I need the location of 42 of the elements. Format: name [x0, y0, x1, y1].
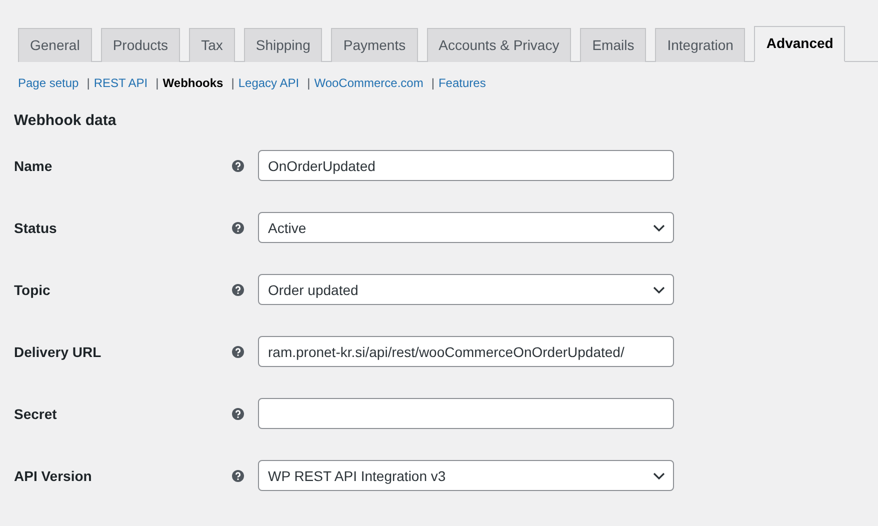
- field-label: Status: [14, 220, 58, 236]
- tab[interactable]: General: [18, 28, 92, 62]
- select-field[interactable]: WP REST API Integration v3: [258, 460, 674, 491]
- select-field[interactable]: Active: [258, 212, 674, 243]
- input-field[interactable]: OnOrderUpdated: [258, 150, 674, 181]
- subnav-link[interactable]: Features: [438, 76, 486, 90]
- help-icon[interactable]: [232, 222, 244, 234]
- tab[interactable]: Payments: [331, 28, 418, 62]
- subnav-link[interactable]: Legacy API: [238, 76, 300, 90]
- chevron-down-icon: [653, 472, 665, 480]
- subnav-link[interactable]: Webhooks: [162, 76, 224, 90]
- field-label: API Version: [14, 468, 93, 484]
- field-label: Secret: [14, 406, 58, 422]
- tab[interactable]: Shipping: [244, 28, 322, 62]
- separator: |: [231, 76, 234, 90]
- separator: |: [431, 76, 434, 90]
- tab[interactable]: Advanced: [754, 26, 846, 62]
- field-label: Topic: [14, 282, 52, 298]
- field-label: Delivery URL: [14, 344, 102, 360]
- separator: |: [307, 76, 310, 90]
- subnav-link[interactable]: REST API: [94, 76, 148, 90]
- separator: |: [156, 76, 159, 90]
- separator: |: [86, 76, 90, 90]
- tab[interactable]: Accounts & Privacy: [426, 28, 572, 62]
- help-icon[interactable]: [232, 284, 244, 296]
- tab[interactable]: Products: [100, 28, 180, 62]
- tab[interactable]: Tax: [189, 28, 235, 62]
- subnav-link[interactable]: WooCommerce.com: [314, 76, 424, 90]
- tab[interactable]: Integration: [655, 28, 746, 62]
- input-field[interactable]: ram.pronet-kr.si/api/rest/wooCommerceOnOrderUpdated/: [258, 336, 674, 367]
- input-field[interactable]: [258, 398, 674, 429]
- help-icon[interactable]: [232, 470, 244, 482]
- chevron-down-icon: [653, 224, 665, 232]
- select-field[interactable]: Order updated: [258, 274, 674, 305]
- section-title: Webhook data: [14, 112, 118, 129]
- subnav-link[interactable]: Page setup: [18, 76, 79, 90]
- help-icon[interactable]: [232, 160, 244, 172]
- help-icon[interactable]: [232, 346, 244, 358]
- tab[interactable]: Emails: [580, 28, 646, 62]
- help-icon[interactable]: [232, 408, 244, 420]
- field-label: Name: [14, 158, 54, 174]
- chevron-down-icon: [653, 286, 665, 294]
